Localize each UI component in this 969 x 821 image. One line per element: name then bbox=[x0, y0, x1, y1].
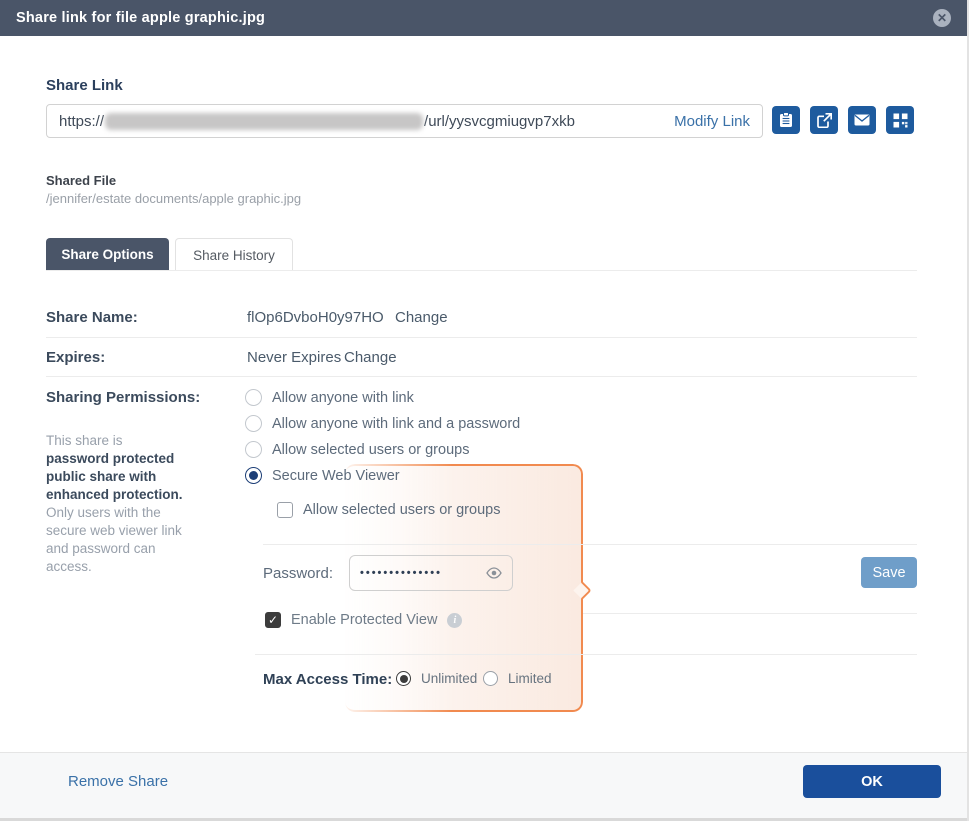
url-suffix: /url/yysvcgmiugvp7xkb bbox=[424, 113, 575, 130]
share-name-label: Share Name: bbox=[46, 309, 138, 326]
permission-option-secure-web-viewer[interactable]: Secure Web Viewer bbox=[245, 467, 400, 484]
dialog-titlebar: Share link for file apple graphic.jpg ✕ bbox=[0, 0, 967, 36]
radio-unselected-icon[interactable] bbox=[483, 671, 498, 686]
tab-share-options[interactable]: Share Options bbox=[46, 238, 169, 271]
save-button[interactable]: Save bbox=[861, 557, 917, 588]
row-divider bbox=[263, 544, 917, 545]
qr-code-icon bbox=[893, 113, 908, 128]
modify-link-button[interactable]: Modify Link bbox=[674, 113, 750, 130]
radio-unselected-icon[interactable] bbox=[245, 415, 262, 432]
tab-share-history[interactable]: Share History bbox=[175, 238, 293, 271]
remove-share-link[interactable]: Remove Share bbox=[68, 773, 168, 790]
radio-selected-icon[interactable] bbox=[245, 467, 262, 484]
ok-button[interactable]: OK bbox=[803, 765, 941, 798]
radio-unselected-icon[interactable] bbox=[245, 441, 262, 458]
open-external-button[interactable] bbox=[810, 106, 838, 134]
permissions-note: This share is password protected public … bbox=[46, 432, 198, 576]
password-masked-value: •••••••••••••• bbox=[360, 567, 482, 579]
sharing-permissions-label: Sharing Permissions: bbox=[46, 389, 200, 406]
share-name-value: flOp6DvboH0y97HO bbox=[247, 309, 384, 326]
expires-change-link[interactable]: Change bbox=[344, 349, 397, 366]
max-access-limited-option[interactable]: Limited bbox=[483, 671, 552, 686]
checkbox-checked-icon[interactable]: ✓ bbox=[265, 612, 281, 628]
redacted-url-segment bbox=[105, 113, 423, 130]
share-name-change-link[interactable]: Change bbox=[395, 309, 448, 326]
qr-code-button[interactable] bbox=[886, 106, 914, 134]
share-link-heading: Share Link bbox=[46, 77, 123, 94]
row-divider bbox=[255, 654, 917, 655]
note-line2: Only users with the secure web viewer li… bbox=[46, 505, 182, 574]
radio-unselected-icon[interactable] bbox=[245, 389, 262, 406]
share-link-dialog: Share link for file apple graphic.jpg ✕ … bbox=[0, 0, 969, 821]
email-icon bbox=[854, 114, 870, 126]
radio-selected-icon[interactable] bbox=[396, 671, 411, 686]
shared-file-path: /jennifer/estate documents/apple graphic… bbox=[46, 191, 301, 206]
close-icon[interactable]: ✕ bbox=[933, 9, 951, 27]
password-label: Password: bbox=[263, 565, 333, 582]
checkbox-unchecked-icon[interactable] bbox=[277, 502, 293, 518]
tabs-divider bbox=[46, 270, 917, 271]
row-divider bbox=[46, 376, 917, 377]
permission-option-selected-users[interactable]: Allow selected users or groups bbox=[245, 441, 469, 458]
max-access-unlimited-option[interactable]: Unlimited bbox=[396, 671, 477, 686]
permission-option-anyone-link[interactable]: Allow anyone with link bbox=[245, 389, 414, 406]
shared-file-heading: Shared File bbox=[46, 173, 116, 188]
email-share-button[interactable] bbox=[848, 106, 876, 134]
password-input[interactable]: •••••••••••••• bbox=[349, 555, 513, 591]
copy-clipboard-button[interactable] bbox=[772, 106, 800, 134]
permission-option-anyone-password[interactable]: Allow anyone with link and a password bbox=[245, 415, 520, 432]
expires-value: Never Expires bbox=[247, 349, 341, 366]
dialog-title: Share link for file apple graphic.jpg bbox=[16, 10, 265, 26]
enable-protected-view-checkbox-row[interactable]: ✓ Enable Protected View i bbox=[265, 612, 462, 628]
allow-selected-users-checkbox-row[interactable]: Allow selected users or groups bbox=[277, 502, 500, 518]
max-access-time-label: Max Access Time: bbox=[263, 671, 392, 688]
expires-label: Expires: bbox=[46, 349, 105, 366]
show-password-eye-icon[interactable] bbox=[486, 567, 502, 579]
note-line1: This share is bbox=[46, 433, 123, 448]
copy-clipboard-icon bbox=[779, 112, 793, 128]
share-link-input[interactable]: https:// /url/yysvcgmiugvp7xkb Modify Lin… bbox=[46, 104, 763, 138]
row-divider bbox=[583, 613, 917, 614]
row-divider bbox=[46, 337, 917, 338]
info-icon[interactable]: i bbox=[447, 613, 462, 628]
note-bold: password protected public share with enh… bbox=[46, 451, 183, 502]
open-external-icon bbox=[817, 113, 832, 128]
url-prefix: https:// bbox=[59, 113, 104, 130]
